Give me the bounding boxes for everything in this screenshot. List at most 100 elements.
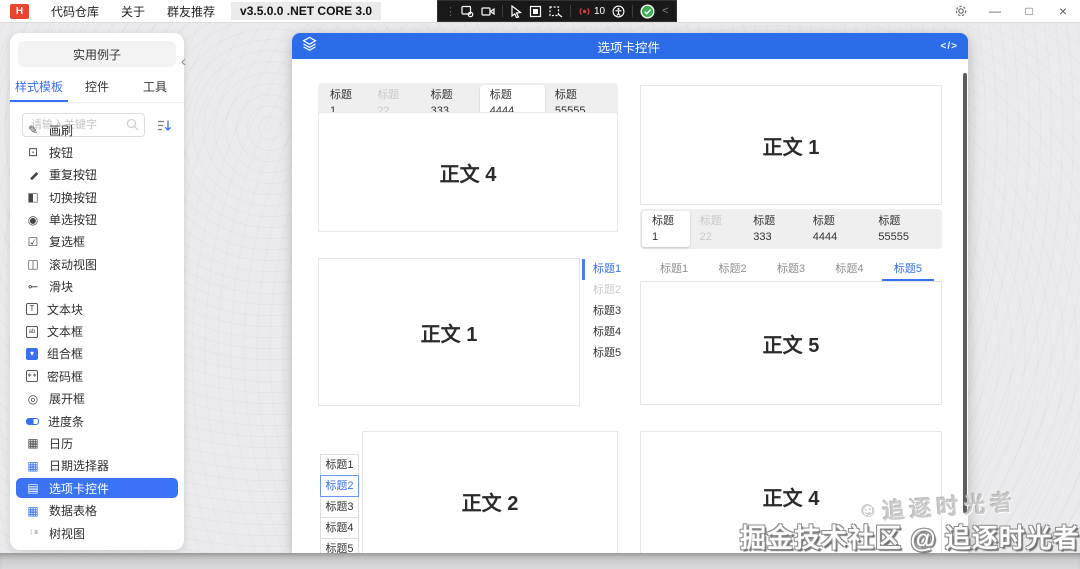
tab-item[interactable]: 标题1 <box>582 259 621 280</box>
tab-item[interactable]: 标题3 <box>765 256 817 281</box>
sidebar-item-icon: ▬ <box>26 168 40 182</box>
sidebar-tab[interactable]: 样式模板 <box>10 71 68 102</box>
tab-item[interactable]: 标题4444 <box>803 211 869 247</box>
sidebar-item-list: ✎ 画刷 ⊡ 按钮 ▬ 重复按钮 ◧ 切换按钮 ◉ 单选按钮 ☑ 复选框 ◫ 滚… <box>16 120 178 545</box>
tab-item[interactable]: 标题4 <box>320 517 359 539</box>
tab-item[interactable]: 标题55555 <box>868 211 940 247</box>
accessibility-icon[interactable] <box>612 5 625 18</box>
toolbar-separator <box>632 5 634 17</box>
sidebar-item-icon <box>26 417 39 425</box>
tab-item[interactable]: 标题4 <box>823 256 875 281</box>
sidebar-item[interactable]: ⋮≡ 树视图 <box>16 523 178 543</box>
record-count: 10 <box>594 5 606 17</box>
camera-icon[interactable] <box>481 5 495 18</box>
sidebar-item[interactable]: ab 文本框 <box>16 322 178 342</box>
sidebar-tab[interactable]: 工具 <box>126 71 184 102</box>
sidebar-item[interactable]: ▾ 组合框 <box>16 344 178 364</box>
tab-item[interactable]: 标题3 <box>320 496 359 518</box>
sidebar-item[interactable]: ◎ 展开框 <box>16 389 178 409</box>
sidebar-item-icon: ◉ <box>27 212 39 227</box>
demo-content: 标题1 标题22 标题333 标题4444 标题55555 正文 4 正文 1 标题1 标… <box>292 59 968 553</box>
drag-handle-icon[interactable]: ⋮ <box>445 5 456 18</box>
minimize-button[interactable]: — <box>978 0 1012 22</box>
sidebar-item-label: 树视图 <box>49 526 86 541</box>
sidebar-item-label: 数据表格 <box>49 504 98 519</box>
tab-item[interactable]: 标题1 <box>648 256 700 281</box>
sidebar-item[interactable]: T 文本块 <box>16 299 178 319</box>
tab-item[interactable]: 标题5 <box>582 343 621 364</box>
board-settings-icon[interactable] <box>461 5 474 18</box>
tab-item[interactable]: 标题1 <box>320 454 359 476</box>
sidebar: 实用例子 样式模板控件工具 ✎ <box>10 33 184 550</box>
sidebar-item[interactable]: ∗∗ 密码框 <box>16 366 178 386</box>
region-select-icon[interactable] <box>549 5 563 18</box>
demo-title: 选项卡控件 <box>597 40 661 55</box>
sidebar-item[interactable]: ✎ 画刷 <box>16 120 178 140</box>
tab-item[interactable]: 标题1 <box>642 211 690 247</box>
sidebar-collapse-icon[interactable]: ‹ <box>181 53 186 70</box>
settings-gear-icon[interactable] <box>944 0 978 22</box>
scrollbar-thumb[interactable] <box>963 73 967 513</box>
confirm-check-icon[interactable] <box>640 4 655 19</box>
toolbar-separator <box>570 5 571 17</box>
sidebar-item-label: 展开框 <box>49 392 86 407</box>
tab-item[interactable]: 标题4 <box>582 322 621 343</box>
sidebar-item-label: 复选框 <box>49 235 86 250</box>
frame-icon[interactable] <box>529 5 542 18</box>
sidebar-item[interactable]: ▬ 重复按钮 <box>16 165 178 185</box>
sidebar-item-label: 单选按钮 <box>49 213 98 228</box>
watermark-main: 掘金技术社区 @ 追逐时光者 <box>740 523 1080 553</box>
sidebar-item[interactable]: ▦ 日历 <box>16 433 178 453</box>
overlay-collapse-icon[interactable]: < <box>662 5 668 17</box>
recorder-overlay-toolbar: ⋮ 10 < <box>437 0 677 22</box>
tab-item[interactable]: 标题333 <box>743 211 803 247</box>
cursor-icon[interactable] <box>510 4 522 18</box>
menu-item[interactable]: 代码仓库 <box>51 3 99 20</box>
sidebar-item[interactable]: ▤ 选项卡控件 <box>16 478 178 499</box>
sidebar-item[interactable]: 进度条 <box>16 411 178 431</box>
sidebar-item-icon: ab <box>26 325 38 338</box>
sidebar-item-icon: ⊸ <box>27 279 39 294</box>
sidebar-item[interactable]: ⊸ 滑块 <box>16 277 178 297</box>
close-button[interactable]: × <box>1046 0 1080 22</box>
sidebar-item-icon: ▦ <box>27 458 39 473</box>
sidebar-tabs: 样式模板 控件 工具 <box>10 71 184 103</box>
demo-header: 选项卡控件 </> <box>292 33 968 59</box>
sidebar-tab[interactable]: 控件 <box>68 71 126 102</box>
view-code-icon[interactable]: </> <box>941 41 958 52</box>
sidebar-item-label: 按钮 <box>49 145 74 160</box>
menu-item[interactable]: 群友推荐 <box>167 3 215 20</box>
titlebar: H 代码仓库 关于 群友推荐 v3.5.0.0 .NET CORE 3.0 ⋮ <box>0 0 1080 23</box>
sidebar-item[interactable]: ▦ 日期选择器 <box>16 456 178 476</box>
sidebar-item[interactable]: ◫ 滚动视图 <box>16 254 178 274</box>
tab-item[interactable]: 标题22 <box>690 211 744 247</box>
sidebar-item-icon: ⊡ <box>27 145 39 160</box>
tab-item[interactable]: 标题5 <box>881 256 934 281</box>
layers-icon[interactable] <box>302 36 317 56</box>
broadcast-icon[interactable] <box>578 5 591 18</box>
tab-item[interactable]: 标题3 <box>582 301 621 322</box>
examples-header-button[interactable]: 实用例子 <box>18 41 176 67</box>
menu-item[interactable]: 关于 <box>121 3 145 20</box>
sidebar-item-label: 重复按钮 <box>49 168 98 183</box>
tab-content-panel: 正文 2 <box>362 431 618 553</box>
sidebar-item[interactable]: ▦ 数据表格 <box>16 501 178 521</box>
sidebar-item-label: 日期选择器 <box>49 459 110 474</box>
sidebar-item[interactable]: ⊡ 按钮 <box>16 142 178 162</box>
sidebar-item[interactable]: ◉ 单选按钮 <box>16 210 178 230</box>
sidebar-item-label: 文本块 <box>47 302 84 317</box>
tab-item[interactable]: 标题5 <box>320 538 359 553</box>
sidebar-item-icon: ⋮≡ <box>28 530 38 537</box>
tab-content-panel: 正文 1 <box>318 258 580 406</box>
sidebar-item-label: 滚动视图 <box>49 257 98 272</box>
sidebar-item[interactable]: ◧ 切换按钮 <box>16 187 178 207</box>
tabstrip-bottom: 标题1 标题22 标题333 标题4444 标题55555 <box>640 209 942 249</box>
tab-item[interactable]: 标题2 <box>582 280 621 301</box>
tabstrip-underline: 标题1 标题2 标题3 标题4 标题5 <box>640 256 942 281</box>
sidebar-item[interactable]: ☑ 复选框 <box>16 232 178 252</box>
tab-item[interactable]: 标题2 <box>320 475 359 497</box>
sidebar-item-icon: ☑ <box>27 234 39 249</box>
sidebar-item-label: 切换按钮 <box>49 190 98 205</box>
maximize-button[interactable]: □ <box>1012 0 1046 22</box>
tab-item[interactable]: 标题2 <box>706 256 758 281</box>
